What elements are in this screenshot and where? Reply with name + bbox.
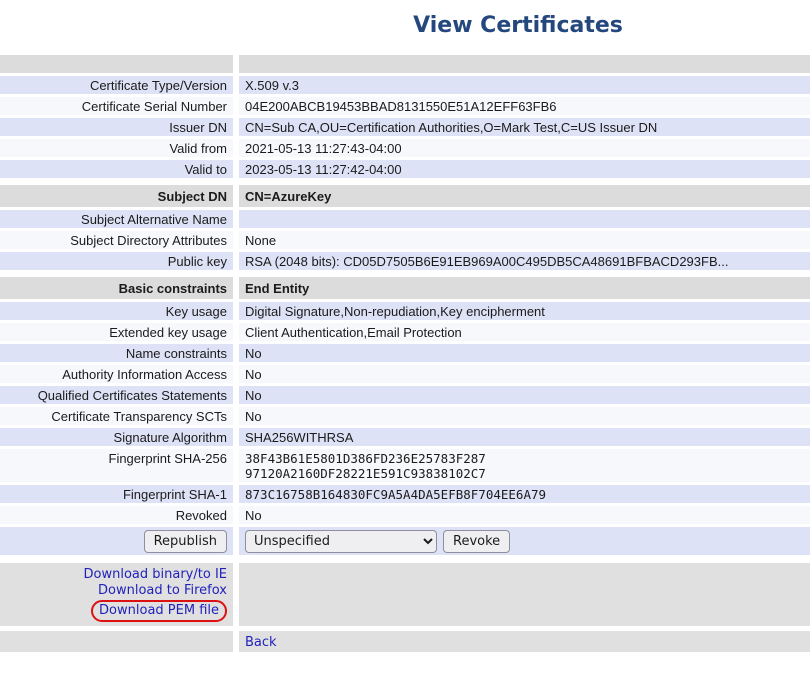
- public-key-label: Public key: [0, 252, 233, 270]
- table-row: Valid from 2021-05-13 11:27:43-04:00: [0, 139, 810, 157]
- subject-dn-section-header: Subject DN CN=AzureKey: [0, 185, 810, 207]
- table-row: Signature Algorithm SHA256WITHRSA: [0, 428, 810, 446]
- back-link[interactable]: Back: [245, 635, 277, 650]
- extended-key-usage-value: Client Authentication,Email Protection: [239, 323, 810, 341]
- qualified-statements-label: Qualified Certificates Statements: [0, 386, 233, 404]
- table-row: Revoked No: [0, 506, 810, 524]
- certificate-table: Certificate Type/Version X.509 v.3 Certi…: [0, 55, 810, 652]
- empty-header-value-cell: [239, 55, 810, 73]
- table-row: Subject Directory Attributes None: [0, 231, 810, 249]
- empty-header-label-cell: [0, 55, 233, 73]
- basic-constraints-label: Basic constraints: [0, 277, 233, 299]
- subject-alt-name-value: [239, 210, 810, 228]
- table-row: Key usage Digital Signature,Non-repudiat…: [0, 302, 810, 320]
- table-header-empty-row: [0, 55, 810, 73]
- table-row: Qualified Certificates Statements No: [0, 386, 810, 404]
- name-constraints-value: No: [239, 344, 810, 362]
- ct-scts-value: No: [239, 407, 810, 425]
- issuer-dn-label: Issuer DN: [0, 118, 233, 136]
- certificate-type-label: Certificate Type/Version: [0, 76, 233, 94]
- fingerprint-sha256-line2: 97120A2160DF28221E591C93838102C7: [245, 466, 810, 481]
- table-row: Valid to 2023-05-13 11:27:42-04:00: [0, 160, 810, 178]
- fingerprint-sha1-value: 873C16758B164830FC9A5A4DA5EFB8F704EE6A79: [239, 485, 810, 503]
- valid-from-label: Valid from: [0, 139, 233, 157]
- basic-constraints-value: End Entity: [239, 277, 810, 299]
- subject-dir-attrs-label: Subject Directory Attributes: [0, 231, 233, 249]
- revoked-value: No: [239, 506, 810, 524]
- table-row: Issuer DN CN=Sub CA,OU=Certification Aut…: [0, 118, 810, 136]
- table-row: Certificate Type/Version X.509 v.3: [0, 76, 810, 94]
- back-row-empty-cell: [0, 631, 233, 652]
- name-constraints-label: Name constraints: [0, 344, 233, 362]
- back-row: Back: [0, 631, 810, 652]
- certificate-type-value: X.509 v.3: [239, 76, 810, 94]
- table-row: Subject Alternative Name: [0, 210, 810, 228]
- download-firefox-link[interactable]: Download to Firefox: [98, 583, 227, 599]
- table-row: Fingerprint SHA-256 38F43B61E5801D386FD2…: [0, 449, 810, 482]
- table-row: Extended key usage Client Authentication…: [0, 323, 810, 341]
- table-row: Certificate Transparency SCTs No: [0, 407, 810, 425]
- valid-to-value: 2023-05-13 11:27:42-04:00: [239, 160, 810, 178]
- fingerprint-sha1-label: Fingerprint SHA-1: [0, 485, 233, 503]
- revoke-button[interactable]: Revoke: [443, 530, 510, 553]
- authority-info-access-value: No: [239, 365, 810, 383]
- subject-alt-name-label: Subject Alternative Name: [0, 210, 233, 228]
- fingerprint-sha256-value: 38F43B61E5801D386FD236E25783F287 97120A2…: [239, 449, 810, 482]
- download-section-empty-cell: [239, 563, 810, 626]
- qualified-statements-value: No: [239, 386, 810, 404]
- key-usage-label: Key usage: [0, 302, 233, 320]
- table-row: Public key RSA (2048 bits): CD05D7505B6E…: [0, 252, 810, 270]
- download-binary-ie-link[interactable]: Download binary/to IE: [84, 567, 227, 583]
- red-highlight-annotation: Download PEM file: [91, 600, 227, 622]
- download-section: Download binary/to IE Download to Firefo…: [0, 563, 810, 626]
- back-cell: Back: [239, 631, 810, 652]
- authority-info-access-label: Authority Information Access: [0, 365, 233, 383]
- basic-constraints-section-header: Basic constraints End Entity: [0, 277, 810, 299]
- fingerprint-sha256-line1: 38F43B61E5801D386FD236E25783F287: [245, 451, 810, 466]
- extended-key-usage-label: Extended key usage: [0, 323, 233, 341]
- table-row: Authority Information Access No: [0, 365, 810, 383]
- page-title: View Certificates: [0, 0, 810, 40]
- key-usage-value: Digital Signature,Non-repudiation,Key en…: [239, 302, 810, 320]
- signature-algorithm-value: SHA256WITHRSA: [239, 428, 810, 446]
- download-links-cell: Download binary/to IE Download to Firefo…: [0, 563, 233, 626]
- serial-number-value: 04E200ABCB19453BBAD8131550E51A12EFF63FB6: [239, 97, 810, 115]
- valid-to-label: Valid to: [0, 160, 233, 178]
- subject-dn-label: Subject DN: [0, 185, 233, 207]
- revoked-label: Revoked: [0, 506, 233, 524]
- subject-dn-value: CN=AzureKey: [239, 185, 810, 207]
- subject-dir-attrs-value: None: [239, 231, 810, 249]
- table-row: Fingerprint SHA-1 873C16758B164830FC9A5A…: [0, 485, 810, 503]
- valid-from-value: 2021-05-13 11:27:43-04:00: [239, 139, 810, 157]
- signature-algorithm-label: Signature Algorithm: [0, 428, 233, 446]
- actions-row: Republish Unspecified Revoke: [0, 527, 810, 555]
- republish-cell: Republish: [0, 527, 233, 555]
- table-row: Certificate Serial Number 04E200ABCB1945…: [0, 97, 810, 115]
- serial-number-label: Certificate Serial Number: [0, 97, 233, 115]
- revocation-reason-select[interactable]: Unspecified: [245, 530, 437, 553]
- revoke-cell: Unspecified Revoke: [239, 527, 810, 555]
- download-pem-link[interactable]: Download PEM file: [99, 603, 219, 618]
- table-row: Name constraints No: [0, 344, 810, 362]
- issuer-dn-value: CN=Sub CA,OU=Certification Authorities,O…: [239, 118, 810, 136]
- republish-button[interactable]: Republish: [144, 530, 227, 553]
- fingerprint-sha256-label: Fingerprint SHA-256: [0, 449, 233, 482]
- ct-scts-label: Certificate Transparency SCTs: [0, 407, 233, 425]
- public-key-value: RSA (2048 bits): CD05D7505B6E91EB969A00C…: [239, 252, 810, 270]
